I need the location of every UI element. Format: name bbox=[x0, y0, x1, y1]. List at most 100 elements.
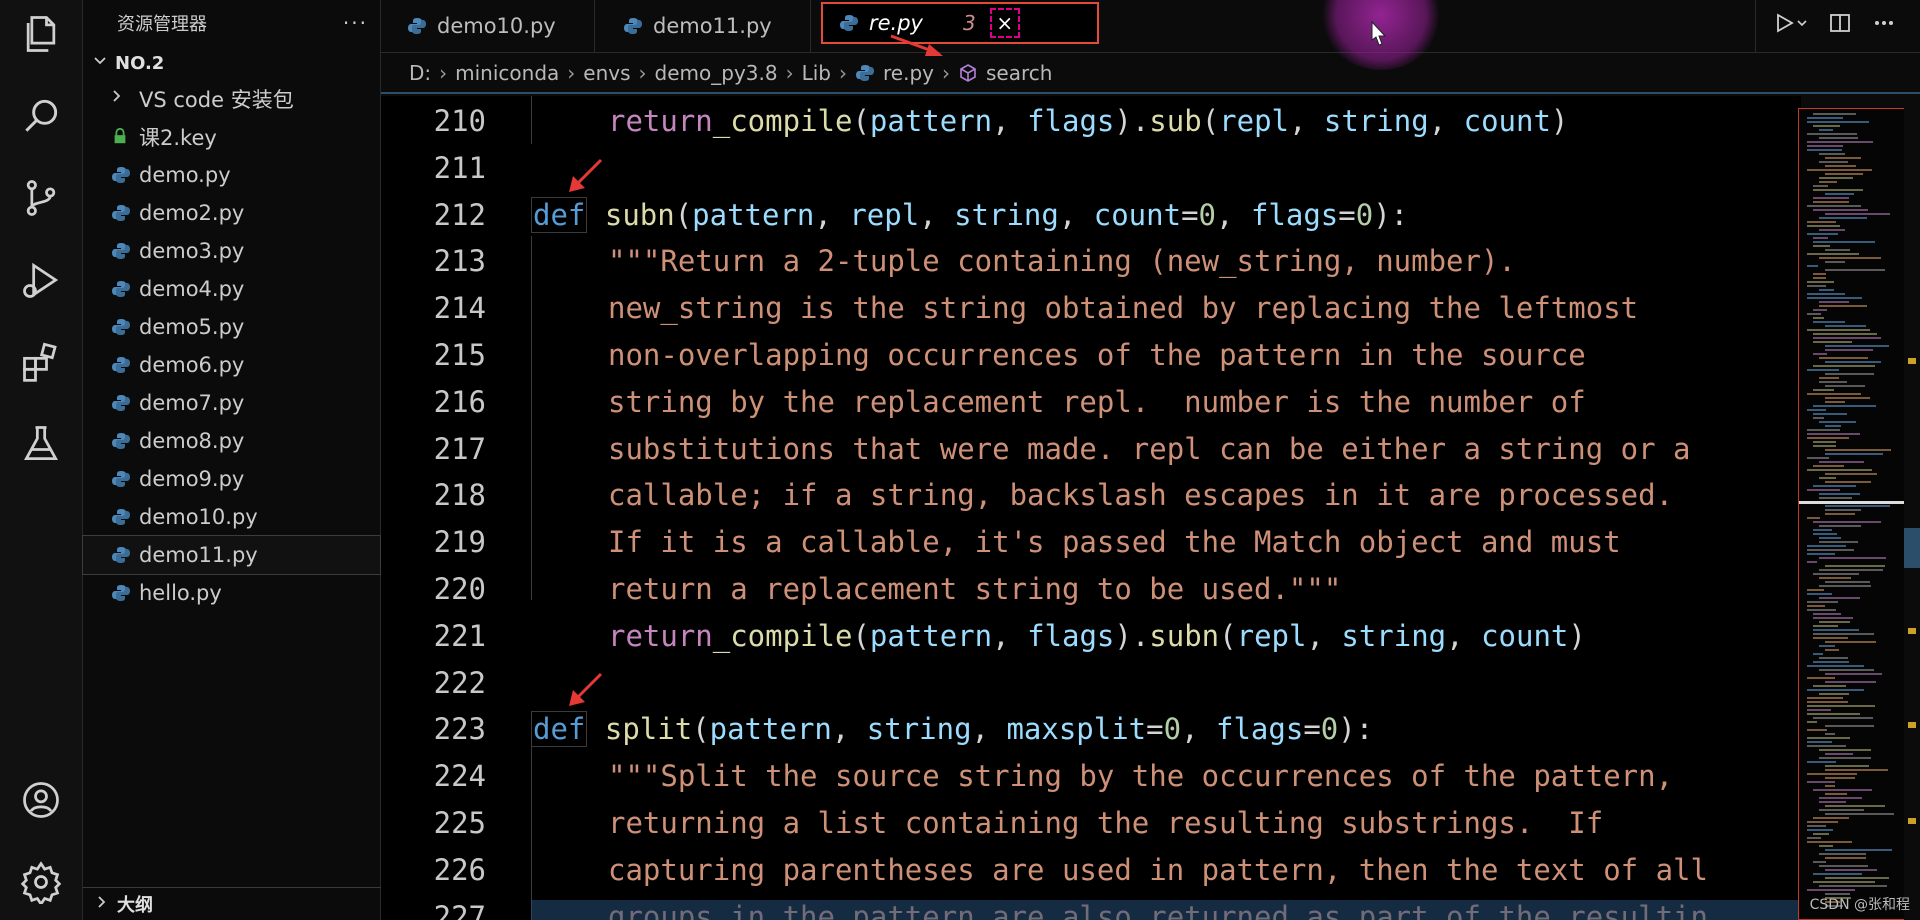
tree-file[interactable]: demo11.py bbox=[82, 535, 381, 575]
code-token: , bbox=[814, 197, 850, 232]
minimap-line bbox=[1825, 397, 1870, 399]
tab-demo11[interactable]: demo11.py bbox=[595, 0, 811, 52]
explorer-icon[interactable] bbox=[17, 10, 65, 58]
code-line[interactable]: 221 return_compile(pattern, flags).subn(r… bbox=[381, 613, 1586, 659]
breadcrumb-item[interactable]: search bbox=[986, 61, 1052, 85]
code-token: ): bbox=[1373, 197, 1409, 232]
tree-file[interactable]: demo5.py bbox=[83, 308, 380, 346]
line-content: """Split the source string by the occurr… bbox=[531, 759, 1673, 793]
breadcrumb-item[interactable]: D: bbox=[409, 61, 431, 85]
minimap-line bbox=[1825, 213, 1890, 215]
account-icon[interactable] bbox=[17, 776, 65, 824]
code-token: , bbox=[831, 712, 867, 747]
tree-file[interactable]: demo3.py bbox=[83, 232, 380, 270]
code-line[interactable]: 222 bbox=[381, 660, 486, 706]
tree-file[interactable]: demo7.py bbox=[83, 384, 380, 422]
tree-file[interactable]: 课2.key bbox=[83, 118, 380, 156]
tree-file[interactable]: demo10.py bbox=[83, 498, 380, 536]
minimap-line bbox=[1807, 205, 1861, 207]
code-line[interactable]: 211 bbox=[381, 145, 486, 191]
breadcrumb-item[interactable]: re.py bbox=[883, 61, 934, 85]
more-actions-button[interactable]: ··· bbox=[343, 11, 368, 35]
code-line[interactable]: 218 callable; if a string, backslash esca… bbox=[381, 472, 1673, 518]
code-line[interactable]: 215 non-overlapping occurrences of the pa… bbox=[381, 332, 1586, 378]
minimap-viewport[interactable] bbox=[1799, 501, 1905, 504]
outline-section[interactable]: 大纲 bbox=[83, 887, 390, 920]
split-editor-icon[interactable] bbox=[1828, 11, 1852, 41]
minimap-line bbox=[1813, 441, 1836, 443]
breadcrumb-item[interactable]: miniconda bbox=[455, 61, 559, 85]
minimap-line bbox=[1807, 297, 1862, 299]
breadcrumb-item[interactable]: envs bbox=[583, 61, 630, 85]
search-icon[interactable] bbox=[17, 92, 65, 140]
code-line[interactable]: 223 def split(pattern, string, maxsplit=0… bbox=[381, 706, 1373, 752]
scrollbar-thumb[interactable] bbox=[1904, 528, 1920, 568]
source-control-icon[interactable] bbox=[17, 174, 65, 222]
code-line[interactable]: 227groups in the pattern are also return… bbox=[381, 894, 1708, 920]
tree-file[interactable]: demo6.py bbox=[83, 346, 380, 384]
extensions-icon[interactable] bbox=[17, 338, 65, 386]
outline-label: 大纲 bbox=[117, 895, 153, 916]
code-editor[interactable]: 210 return_compile(pattern, flags).sub(re… bbox=[381, 96, 1801, 920]
run-debug-icon[interactable] bbox=[17, 256, 65, 304]
minimap-line bbox=[1807, 741, 1832, 743]
settings-gear-icon[interactable] bbox=[17, 858, 65, 906]
line-number: 216 bbox=[433, 384, 486, 419]
line-content: returning a list containing the resultin… bbox=[531, 806, 1603, 840]
code-line[interactable]: 217 substitutions that were made. repl ca… bbox=[381, 426, 1691, 472]
code-token: = bbox=[1303, 712, 1321, 747]
code-line[interactable]: 214 new_string is the string obtained by … bbox=[381, 285, 1639, 331]
code-line[interactable]: 212 def subn(pattern, repl, string, count… bbox=[381, 192, 1408, 238]
testing-icon[interactable] bbox=[17, 420, 65, 468]
tree-file[interactable]: demo9.py bbox=[83, 460, 380, 498]
code-line[interactable]: 210 return_compile(pattern, flags).sub(re… bbox=[381, 98, 1569, 144]
minimap-line bbox=[1819, 885, 1887, 887]
code-line[interactable]: 226 capturing parentheses are used in pat… bbox=[381, 847, 1708, 893]
minimap-line bbox=[1807, 293, 1845, 295]
line-content: return_compile(pattern, flags).subn(repl… bbox=[531, 619, 1586, 653]
tree-folder[interactable]: VS code 安装包 bbox=[83, 80, 380, 118]
more-editor-actions-icon[interactable] bbox=[1872, 11, 1896, 41]
line-content: return_compile(pattern, flags).sub(repl,… bbox=[531, 104, 1568, 138]
minimap-line bbox=[1825, 453, 1883, 455]
line-number: 210 bbox=[433, 104, 486, 138]
workspace-folder[interactable]: NO.2 bbox=[83, 46, 380, 80]
minimap-line bbox=[1825, 401, 1845, 403]
code-line[interactable]: 216 string by the replacement repl. numbe… bbox=[381, 379, 1586, 425]
tree-file[interactable]: demo8.py bbox=[83, 422, 380, 460]
minimap[interactable] bbox=[1798, 108, 1906, 920]
minimap-line bbox=[1813, 201, 1849, 203]
minimap-line bbox=[1819, 177, 1853, 179]
breadcrumb-item[interactable]: Lib bbox=[802, 61, 831, 85]
python-file-icon bbox=[111, 203, 131, 223]
tree-file[interactable]: demo.py bbox=[83, 156, 380, 194]
minimap-line bbox=[1825, 269, 1885, 271]
tree-file[interactable]: hello.py bbox=[83, 574, 380, 612]
code-line[interactable]: 219 If it is a callable, it's passed the … bbox=[381, 519, 1621, 565]
breadcrumb-item[interactable]: demo_py3.8 bbox=[655, 61, 778, 85]
tree-item-label: demo4.py bbox=[139, 277, 245, 301]
minimap-line bbox=[1825, 641, 1876, 643]
code-line[interactable]: 213 """Return a 2-tuple containing (new_s… bbox=[381, 238, 1516, 284]
close-tab-button[interactable]: × bbox=[989, 8, 1020, 38]
python-file-icon bbox=[111, 355, 131, 375]
minimap-line bbox=[1807, 429, 1840, 431]
tree-item-label: demo5.py bbox=[139, 315, 245, 339]
minimap-line bbox=[1825, 473, 1877, 475]
tree-file[interactable]: demo4.py bbox=[83, 270, 380, 308]
run-python-icon[interactable] bbox=[1772, 11, 1808, 41]
minimap-line bbox=[1819, 657, 1848, 659]
tab-re-py[interactable]: re.py 3 × bbox=[821, 2, 1099, 44]
minimap-line bbox=[1819, 597, 1860, 599]
code-line[interactable]: 224 """Split the source string by the occ… bbox=[381, 753, 1673, 799]
minimap-line bbox=[1807, 393, 1861, 395]
code-line[interactable]: 225 returning a list containing the resul… bbox=[381, 800, 1604, 846]
vertical-scrollbar[interactable] bbox=[1904, 96, 1920, 920]
code-line[interactable]: 220 return a replacement string to be use… bbox=[381, 566, 1342, 612]
minimap-line bbox=[1825, 505, 1890, 507]
tree-file[interactable]: demo2.py bbox=[83, 194, 380, 232]
tab-demo10[interactable]: demo10.py bbox=[381, 0, 595, 52]
minimap-line bbox=[1819, 129, 1833, 131]
minimap-line bbox=[1807, 837, 1821, 839]
minimap-line bbox=[1813, 633, 1874, 635]
